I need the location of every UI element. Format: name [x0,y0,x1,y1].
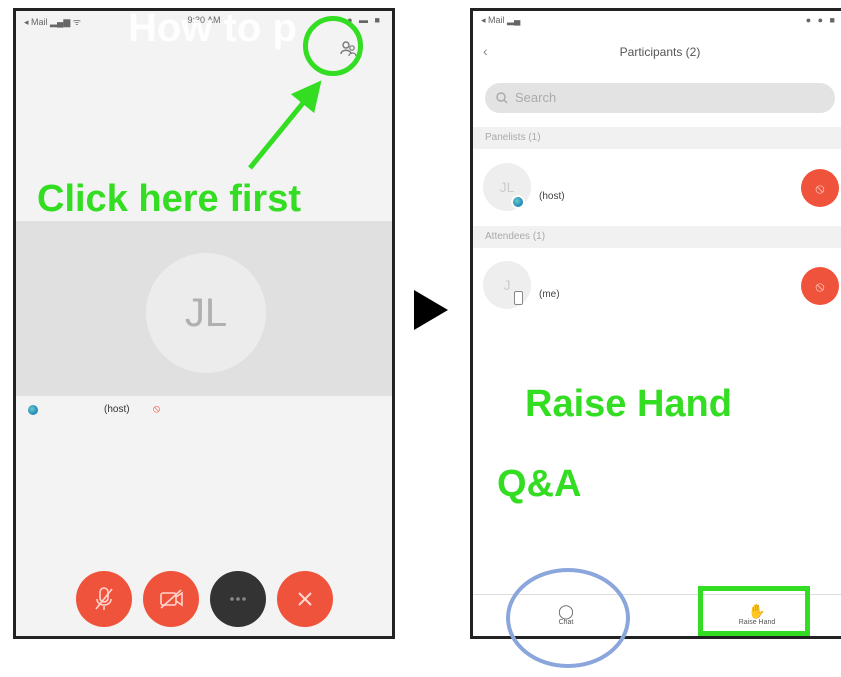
annotation-raise-hand: Raise Hand [525,383,732,425]
participants-header: ‹ Particiؚpants (2) [473,31,841,71]
participant-label: (me) [539,289,560,300]
search-input[interactable]: Search [485,83,835,113]
annotation-click-here: Click here first [37,178,301,220]
participant-row-me[interactable]: J (me) ⦸ [473,251,841,321]
page-title: Particiؚpants (2) [619,45,701,59]
status-icons: ● ● ■ [805,15,837,25]
phone-icon [514,291,523,305]
host-status-icon [511,195,525,209]
search-icon [495,83,509,124]
play-arrow-icon [414,290,448,330]
arrow-to-participants [248,80,322,170]
participants-screen: ◂ Mail ▂▄ ● ● ■ ‹ Particiؚpants (2) Sear… [470,8,841,639]
participant-row-host[interactable]: JL (host) ⦸ [473,153,841,223]
chat-highlight-circle [506,568,630,668]
annotation-qa: Q&A [497,463,582,505]
muted-mic-icon[interactable]: ⦸ [801,267,839,305]
search-placeholder: Search [515,90,557,105]
section-panelists: Panelists (1) [473,127,841,149]
section-attendees: Attendees (1) [473,226,841,248]
participant-label: (host) [539,191,565,202]
avatar: J [483,261,531,309]
raise-hand-highlight-box [698,586,810,636]
carrier-signal: ◂ Mail ▂▄ [481,15,521,25]
status-bar: ◂ Mail ▂▄ ● ● ■ [473,11,841,31]
muted-mic-icon[interactable]: ⦸ [801,169,839,207]
